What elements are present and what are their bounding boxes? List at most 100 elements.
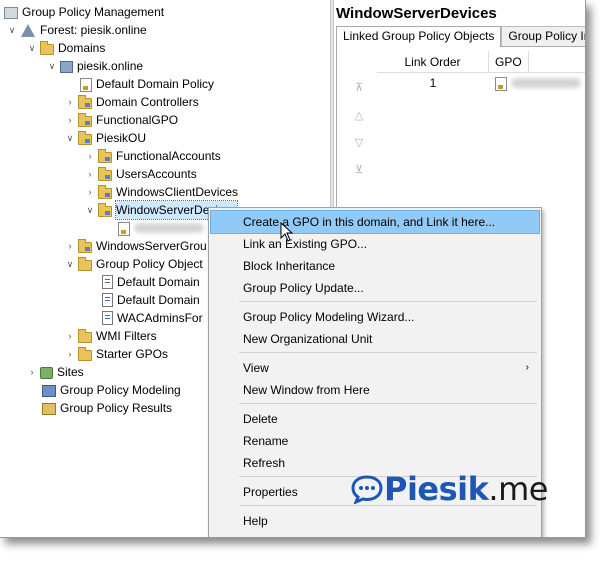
ou-folder-icon (98, 203, 112, 217)
column-header-gpo[interactable]: GPO (489, 51, 529, 72)
tree-item-label: Starter GPOs (96, 347, 169, 361)
menu-item-gp-update[interactable]: Group Policy Update... (211, 277, 539, 299)
tree-item-domains[interactable]: ∨ Domains (26, 39, 105, 57)
redacted-gpo-name (511, 78, 581, 88)
chevron-down-icon[interactable]: ∨ (6, 21, 18, 39)
tree-item-domain-controllers[interactable]: › Domain Controllers (64, 93, 199, 111)
gpo-doc-icon (102, 275, 113, 289)
tree-item-piesikou[interactable]: ∨ PiesikOU (64, 129, 146, 147)
chevron-down-icon[interactable]: ∨ (84, 201, 96, 219)
tree-item-functionalaccounts[interactable]: › FunctionalAccounts (84, 147, 221, 165)
tree-item-label: Group Policy Object (96, 257, 203, 271)
chevron-right-icon[interactable]: › (64, 111, 76, 129)
table-row[interactable]: 1 (377, 73, 585, 93)
results-icon (42, 403, 56, 415)
forest-icon (20, 22, 36, 38)
tree-item-label: WMI Filters (96, 329, 157, 343)
menu-item-new-window[interactable]: New Window from Here (211, 379, 539, 401)
tree-item-label: Group Policy Results (60, 401, 173, 415)
menu-item-help[interactable]: Help (211, 510, 539, 532)
menu-item-link-existing-gpo[interactable]: Link an Existing GPO... (211, 233, 539, 255)
tree-item-label: Default Domain Policy (96, 77, 215, 91)
chevron-right-icon[interactable]: › (64, 93, 76, 111)
menu-item-view[interactable]: View › (211, 357, 539, 379)
tree-item-gp-modeling[interactable]: Group Policy Modeling (42, 381, 181, 399)
folder-icon (78, 329, 92, 343)
ou-folder-icon (98, 167, 112, 181)
ou-folder-icon (78, 113, 92, 127)
menu-separator (239, 403, 537, 404)
tree-item-sites[interactable]: › Sites (26, 363, 84, 381)
chevron-right-icon[interactable]: › (26, 363, 38, 381)
gpo-doc-icon (102, 311, 113, 325)
tree-item-default-domain-policy[interactable]: Default Domain Policy (80, 75, 214, 93)
chevron-down-icon[interactable]: ∨ (46, 57, 58, 75)
chevron-right-icon[interactable]: › (84, 165, 96, 183)
tree-item-label: Domains (58, 41, 106, 55)
tab-gp-inheritance[interactable]: Group Policy Inhe (501, 26, 585, 46)
redacted-gpo-name (134, 223, 204, 233)
menu-item-create-gpo-and-link[interactable]: Create a GPO in this domain, and Link it… (210, 210, 540, 234)
ou-folder-icon (78, 95, 92, 109)
tab-linked-gpos[interactable]: Linked Group Policy Objects (336, 26, 502, 47)
menu-item-rename[interactable]: Rename (211, 430, 539, 452)
chevron-right-icon[interactable]: › (84, 183, 96, 201)
tree-item-domain-piesik[interactable]: ∨ piesik.online (46, 57, 143, 75)
menu-item-label: View (243, 361, 269, 375)
column-header-link-order[interactable]: Link Order (377, 51, 489, 72)
mouse-cursor-icon (280, 222, 294, 242)
menu-item-new-ou[interactable]: New Organizational Unit (211, 328, 539, 350)
piesik-watermark: Piesik .me (350, 470, 548, 508)
ou-folder-icon (98, 185, 112, 199)
chevron-down-icon[interactable]: ∨ (64, 255, 76, 273)
tree-item-gp-results[interactable]: Group Policy Results (42, 399, 172, 417)
tree-item-gpo-wacadmins[interactable]: WACAdminsFor (100, 309, 203, 327)
tree-item-label: Default Domain (117, 275, 200, 289)
tree-item-usersaccounts[interactable]: › UsersAccounts (84, 165, 197, 183)
link-order-controls: ⊼ △ ▽ ⊻ (337, 47, 375, 187)
chevron-right-icon[interactable]: › (84, 147, 96, 165)
cell-gpo (489, 73, 585, 93)
folder-icon (40, 41, 54, 55)
chevron-right-icon[interactable]: › (64, 237, 76, 255)
move-down-icon[interactable]: ▽ (351, 136, 367, 150)
gpmc-window: Group Policy Management ∨ Forest: piesik… (0, 0, 586, 538)
tree-item-windowsclientdevices[interactable]: › WindowsClientDevices (84, 183, 238, 201)
tree-item-gpo-default-domain-2[interactable]: Default Domain (100, 291, 200, 309)
gpo-link-icon (80, 77, 92, 92)
tree-item-label: Default Domain (117, 293, 200, 307)
move-top-icon[interactable]: ⊼ (351, 81, 367, 95)
menu-item-block-inheritance[interactable]: Block Inheritance (211, 255, 539, 277)
tree-item-linked-gpo-redacted[interactable] (118, 219, 204, 237)
submenu-arrow-icon: › (525, 362, 529, 373)
menu-item-delete[interactable]: Delete (211, 408, 539, 430)
tree-item-starter-gpos[interactable]: › Starter GPOs (64, 345, 168, 363)
tree-item-label: Domain Controllers (96, 95, 199, 109)
tree-item-label: piesik.online (77, 59, 144, 73)
tree-item-gpo-default-domain-1[interactable]: Default Domain (100, 273, 200, 291)
move-up-icon[interactable]: △ (351, 109, 367, 123)
sites-icon (40, 367, 53, 379)
tree-item-label: WindowsClientDevices (116, 185, 239, 199)
tree-item-functionalgpo[interactable]: › FunctionalGPO (64, 111, 178, 129)
menu-item-modeling-wizard[interactable]: Group Policy Modeling Wizard... (211, 306, 539, 328)
tree-item-label: Forest: piesik.online (40, 23, 147, 37)
gpo-link-icon (495, 76, 507, 91)
tree-item-label: Sites (57, 365, 84, 379)
chevron-right-icon[interactable]: › (64, 327, 76, 345)
chevron-right-icon[interactable]: › (64, 345, 76, 363)
menu-separator (239, 352, 537, 353)
chevron-down-icon[interactable]: ∨ (64, 129, 76, 147)
tree-item-windowsservergroup[interactable]: › WindowsServerGrou (64, 237, 207, 255)
tree-item-label: Group Policy Modeling (60, 383, 181, 397)
details-title: WindowServerDevices (336, 5, 497, 22)
tree-item-wmi-filters[interactable]: › WMI Filters (64, 327, 157, 345)
tree-item-group-policy-objects[interactable]: ∨ Group Policy Object (64, 255, 203, 273)
watermark-suffix: .me (488, 470, 548, 508)
tree-item-gpm-root[interactable]: Group Policy Management (4, 3, 164, 21)
chat-bubble-icon (351, 475, 383, 504)
tree-item-forest[interactable]: ∨ Forest: piesik.online (6, 21, 147, 39)
move-bottom-icon[interactable]: ⊻ (351, 163, 367, 177)
chevron-down-icon[interactable]: ∨ (26, 39, 38, 57)
details-tabs: Linked Group Policy Objects Group Policy… (336, 26, 585, 47)
